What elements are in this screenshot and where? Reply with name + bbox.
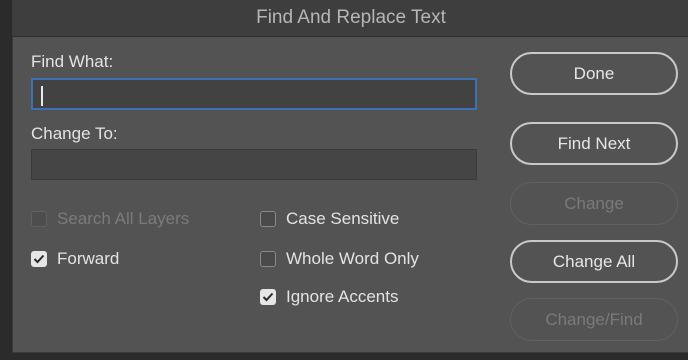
case-sensitive-option[interactable]: Case Sensitive [260, 209, 399, 229]
ignore-accents-label: Ignore Accents [286, 287, 399, 306]
change-all-button[interactable]: Change All [510, 240, 678, 283]
change-to-label: Change To: [31, 124, 118, 143]
checkmark-icon [33, 254, 45, 264]
case-sensitive-label: Case Sensitive [286, 209, 400, 228]
case-sensitive-checkbox[interactable] [260, 211, 276, 227]
find-replace-dialog: Find And Replace Text Find What: Change … [12, 0, 688, 353]
search-all-layers-option: Search All Layers [31, 209, 189, 229]
forward-label: Forward [57, 249, 120, 268]
find-what-label: Find What: [31, 52, 114, 71]
find-what-input[interactable] [31, 78, 477, 110]
search-all-layers-checkbox [31, 211, 47, 227]
forward-option[interactable]: Forward [31, 249, 119, 269]
whole-word-only-option[interactable]: Whole Word Only [260, 249, 419, 269]
change-button[interactable]: Change [510, 182, 678, 225]
checkmark-icon [262, 292, 274, 302]
find-next-button[interactable]: Find Next [510, 122, 678, 165]
done-button[interactable]: Done [510, 52, 678, 95]
search-all-layers-label: Search All Layers [57, 209, 190, 228]
forward-checkbox[interactable] [31, 251, 47, 267]
change-to-input[interactable] [31, 149, 477, 180]
whole-word-only-checkbox[interactable] [260, 251, 276, 267]
ignore-accents-option[interactable]: Ignore Accents [260, 287, 398, 307]
ignore-accents-checkbox[interactable] [260, 289, 276, 305]
whole-word-only-label: Whole Word Only [286, 249, 419, 268]
change-find-button[interactable]: Change/Find [510, 298, 678, 341]
text-caret [41, 86, 43, 106]
dialog-title: Find And Replace Text [13, 0, 688, 37]
